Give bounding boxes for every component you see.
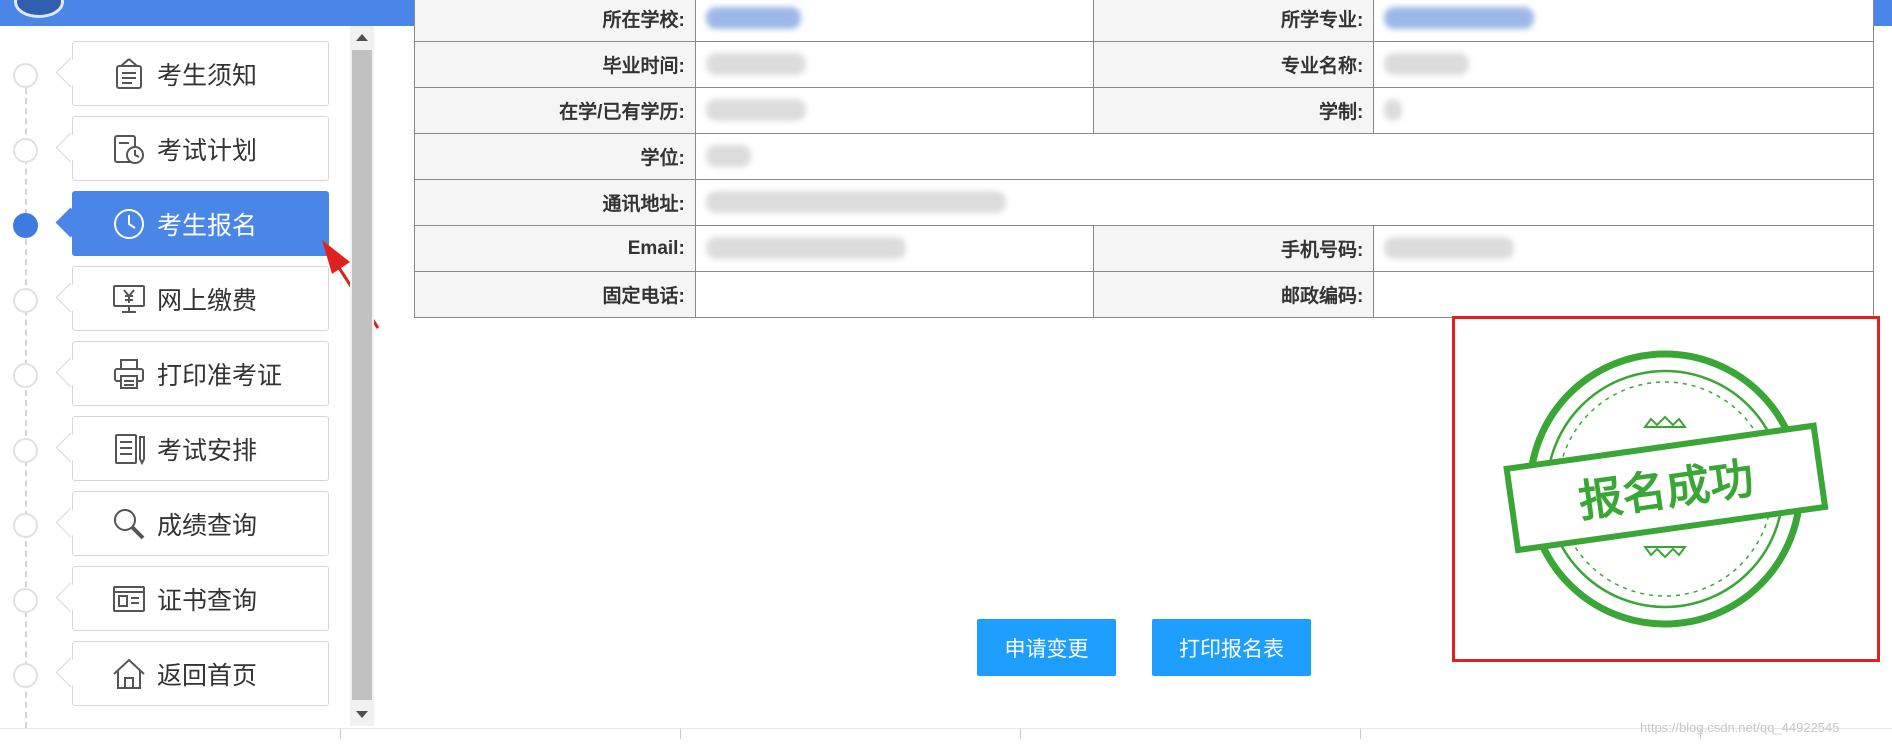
education-value [694,87,1094,134]
timeline-dot [13,288,38,313]
education-label: 在学/已有学历: [414,87,696,134]
sidebar-item-exam-plan[interactable]: 考试计划 [0,116,335,183]
major-name-label: 专业名称: [1092,41,1375,88]
sidebar-item-label: 考生须知 [157,61,258,90]
sidebar-item-home[interactable]: 返回首页 [0,641,335,708]
timeline-dot [13,438,38,463]
print-form-button[interactable]: 打印报名表 [1152,619,1311,676]
email-value [694,225,1094,272]
sidebar-item-certificate-query[interactable]: 证书查询 [0,566,335,633]
landline-label: 固定电话: [414,271,696,318]
graduation-time-value [694,41,1094,88]
table-row: 通讯地址: [414,179,1875,226]
calendar-clock-icon [109,129,149,169]
document-pen-icon [109,429,149,469]
printer-icon [109,354,149,394]
timeline-dot [13,588,38,613]
sidebar-card[interactable]: 考试安排 [72,416,329,481]
sidebar-item-label: 成绩查询 [157,511,258,540]
sidebar-card[interactable]: 证书查询 [72,566,329,631]
scroll-up-arrow-icon[interactable] [356,34,368,41]
clock-icon [109,204,149,244]
address-label: 通讯地址: [414,179,696,226]
sidebar: 考生须知 考试计划 考生报名 网上缴费 打印准考证 考试安排 成绩查询 证书查询… [0,26,345,738]
logo [14,0,64,18]
sidebar-card[interactable]: 返回首页 [72,641,329,706]
landline-value [694,271,1094,318]
major-studied-label: 所学专业: [1092,0,1375,42]
home-icon [109,654,149,694]
notice-board-icon [109,54,149,94]
sidebar-item-label: 考试安排 [157,436,258,465]
sidebar-item-registration[interactable]: 考生报名 [0,191,335,258]
sidebar-item-label: 证书查询 [157,586,258,615]
sidebar-item-label: 考生报名 [157,211,258,240]
timeline-dot [13,63,38,88]
divider-tick [1360,729,1361,739]
certificate-card-icon [109,579,149,619]
sidebar-item-score-query[interactable]: 成绩查询 [0,491,335,558]
magnifier-icon [109,504,149,544]
study-length-label: 学制: [1092,87,1375,134]
sidebar-item-payment[interactable]: 网上缴费 [0,266,335,333]
yen-monitor-icon [109,279,149,319]
registration-info-table: 所在学校: 所学专业: 毕业时间: 专业名称: 在学/已有学历: 学制: 学位:… [414,0,1875,318]
divider-tick [1020,729,1021,739]
mobile-label: 手机号码: [1092,225,1375,272]
timeline-dot-active [13,213,38,238]
timeline-dot [13,663,38,688]
timeline-dot [13,138,38,163]
mobile-value [1373,225,1874,272]
sidebar-card[interactable]: 打印准考证 [72,341,329,406]
table-row: 所在学校: 所学专业: [414,0,1874,42]
table-row: 毕业时间: 专业名称: [414,41,1874,88]
graduation-time-label: 毕业时间: [414,41,696,88]
highlight-box: 报名成功 [1452,316,1880,662]
sidebar-card[interactable]: 成绩查询 [72,491,329,556]
email-label: Email: [414,225,696,272]
postcode-value [1373,271,1874,318]
major-studied-value [1373,0,1874,42]
sidebar-card-active[interactable]: 考生报名 [72,191,329,256]
sidebar-item-notice[interactable]: 考生须知 [0,41,335,108]
postcode-label: 邮政编码: [1092,271,1375,318]
major-name-value [1373,41,1874,88]
table-row: 在学/已有学历: 学制: [414,87,1874,134]
sidebar-card[interactable]: 考生须知 [72,41,329,106]
sidebar-item-label: 考试计划 [157,136,258,165]
sidebar-item-label: 返回首页 [157,661,258,690]
sidebar-card[interactable]: 网上缴费 [72,266,329,331]
table-row: 学位: [414,133,1875,180]
study-length-value [1373,87,1874,134]
apply-change-button[interactable]: 申请变更 [977,619,1116,676]
divider-tick [340,729,341,739]
sidebar-item-label: 打印准考证 [157,361,283,390]
timeline-dot [13,513,38,538]
timeline-dot [13,363,38,388]
school-value [694,0,1094,42]
sidebar-card[interactable]: 考试计划 [72,116,329,181]
table-row: 固定电话: 邮政编码: [414,271,1874,318]
watermark: https://blog.csdn.net/qq_44922545 [1640,720,1840,735]
school-label: 所在学校: [414,0,696,42]
sidebar-item-print-admission[interactable]: 打印准考证 [0,341,335,408]
bottom-divider [0,728,1892,749]
scroll-down-arrow-icon[interactable] [356,711,368,718]
sidebar-item-label: 网上缴费 [157,286,258,315]
sidebar-item-exam-schedule[interactable]: 考试安排 [0,416,335,483]
sidebar-scrollbar[interactable] [350,26,374,726]
table-row: Email: 手机号码: [414,225,1874,272]
address-value [694,179,1875,226]
degree-value [694,133,1875,180]
scrollbar-thumb[interactable] [352,50,372,700]
degree-label: 学位: [414,133,696,180]
divider-tick [680,729,681,739]
success-stamp: 报名成功 [1503,350,1829,628]
